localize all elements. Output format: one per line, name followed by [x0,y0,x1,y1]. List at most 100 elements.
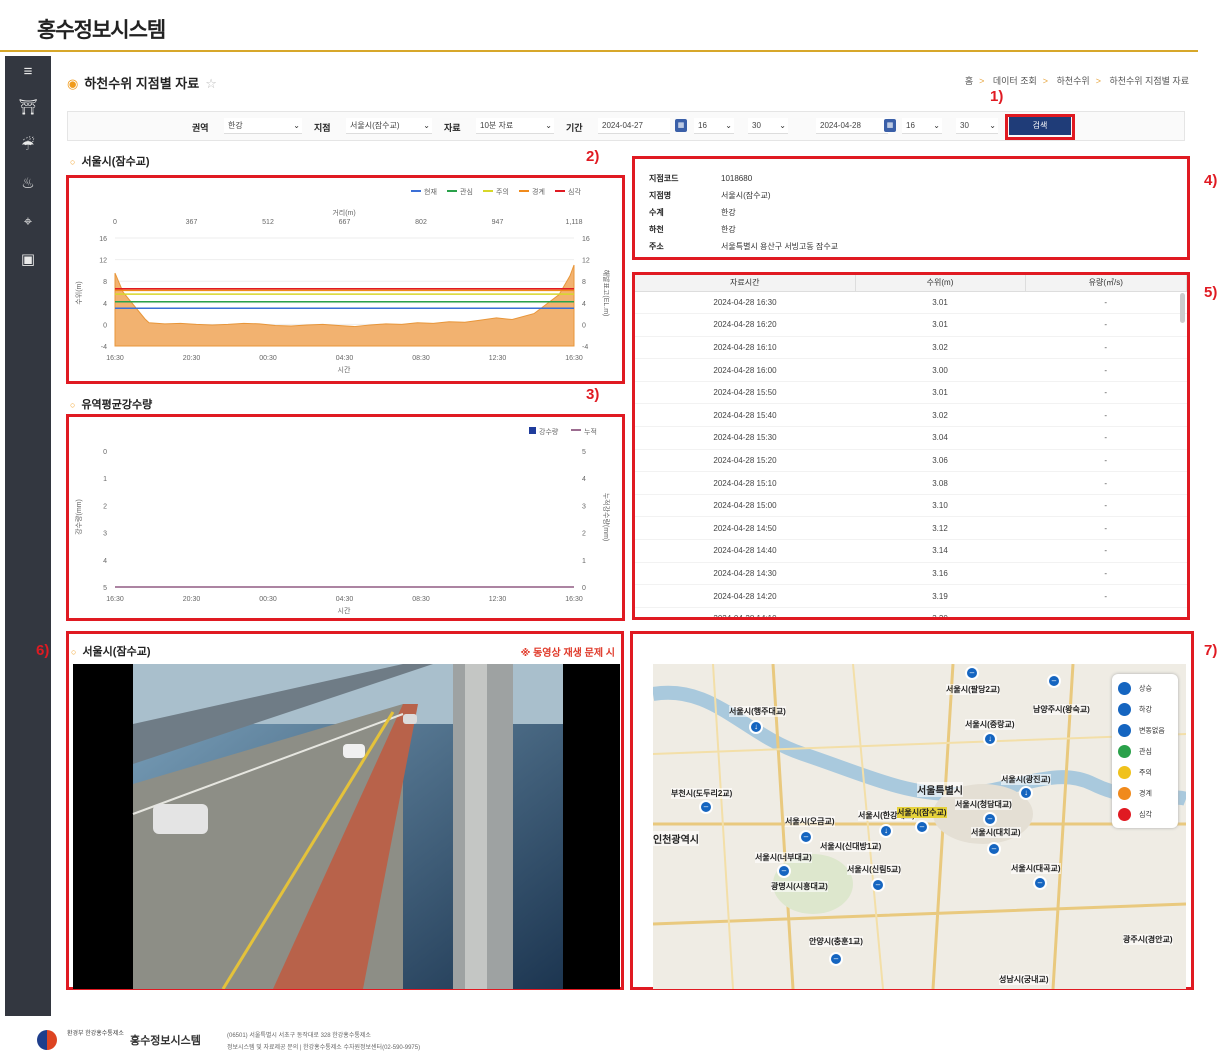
monitor-icon[interactable]: ▣ [18,250,38,270]
table-row[interactable]: 2024-04-28 15:50 3.01- [635,381,1187,405]
x-tick-label: 00:30 [259,355,277,362]
side-nav: ≡ ⛩ ☔ ♨ ⌖ ▣ [5,56,51,1016]
table-row[interactable]: 2024-04-28 15:10 3.08- [635,471,1187,495]
cctv-box: ○ 서울시(잠수교) ※ 동영상 재생 문제 시 [66,631,624,990]
cell-level: 3.02 [855,336,1025,360]
cell-time: 2024-04-28 15:00 [635,494,855,518]
table-scrollbar[interactable] [1180,293,1185,323]
table-row[interactable]: 2024-04-28 15:00 3.10- [635,494,1187,518]
station-marker-icon[interactable]: – [987,842,1001,856]
table-row[interactable]: 2024-04-28 14:10 3.20- [635,607,1187,617]
cell-level: 3.04 [855,426,1025,450]
station-marker-icon[interactable]: – [1033,876,1047,890]
station-marker-icon[interactable]: – [799,830,813,844]
table-row[interactable]: 2024-04-28 16:30 3.01- [635,291,1187,315]
end-minute-select[interactable]: 30 ⌄ [956,118,998,134]
highlight-box-1 [1005,114,1075,140]
data-label: 자료 [444,123,461,133]
station-marker-icon[interactable]: – [1047,674,1061,688]
station-select[interactable]: 서울시(잠수교) ⌄ [346,118,432,134]
station-marker-icon[interactable]: ↓ [879,824,893,838]
x-tick-label: 20:30 [183,355,201,362]
app-title[interactable]: 홍수정보시스템 [37,14,166,44]
station-marker-icon[interactable]: – [777,864,791,878]
station-marker-icon[interactable]: – [915,820,929,834]
footer-brand: 홍수정보시스템 [130,1035,201,1047]
legend-nochange: 변동없음 [1118,724,1165,737]
table-row[interactable]: 2024-04-28 14:30 3.16- [635,562,1187,586]
table-row[interactable]: 2024-04-28 14:40 3.14- [635,539,1187,563]
info-label: 수계 [649,208,664,217]
footer-links[interactable]: 정보시스템 및 자료제공 문의 | 한강홍수통제소 수자원정보센터(02-590… [227,1042,420,1054]
map-icon[interactable]: ⌖ [18,212,38,232]
table-row[interactable]: 2024-04-28 16:00 3.00- [635,358,1187,382]
cctv-video-player[interactable] [73,664,620,989]
start-minute-value: 30 [752,121,761,130]
cell-flow: - [1025,403,1187,428]
cell-time: 2024-04-28 16:00 [635,358,855,382]
dam-icon[interactable]: ⛩ [18,98,38,118]
start-date-input[interactable]: 2024-04-27 [598,118,670,134]
video-notice-link[interactable]: ※ 동영상 재생 문제 시 [521,644,615,659]
table-row[interactable]: 2024-04-28 15:40 3.02- [635,403,1187,428]
y2-axis-label: 누적강수량(mm) [602,493,611,542]
station-map[interactable]: 서울시(팔당2교) 서울시(행주대교) 남양주시(왕숙교) 서울시(중랑교) 서… [653,664,1186,989]
chevron-down-icon: ⌄ [725,121,732,130]
start-minute-select[interactable]: 30 ⌄ [748,118,788,134]
table-row[interactable]: 2024-04-28 16:20 3.01- [635,313,1187,337]
annotation-label-5: 5) [1204,284,1218,301]
y-tick-label: 0 [103,449,107,456]
legend-label: 누적 [584,427,597,436]
region-select[interactable]: 한강 ⌄ [224,118,302,134]
end-hour-select[interactable]: 16 ⌄ [902,118,942,134]
table-row[interactable]: 2024-04-28 16:10 3.02- [635,336,1187,360]
col-header-flow[interactable]: 유량(㎥/s) [1025,275,1187,292]
station-marker-icon[interactable]: – [699,800,713,814]
y-axis-label: 수위(m) [75,281,83,304]
cctv-title: ○ 서울시(잠수교) [71,646,151,658]
menu-icon[interactable]: ≡ [18,62,38,82]
calendar-icon[interactable]: ▦ [884,119,896,132]
breadcrumb-home[interactable]: 홈 [965,76,973,86]
end-date-input[interactable]: 2024-04-28 [816,118,888,134]
station-marker-icon[interactable]: – [965,666,979,680]
table-row[interactable]: 2024-04-28 14:50 3.12- [635,516,1187,541]
station-marker-icon[interactable]: ↓ [1019,786,1033,800]
cell-time: 2024-04-28 15:40 [635,403,855,428]
breadcrumb-data[interactable]: 데이터 조회 [993,76,1037,86]
top-tick-label: 512 [262,219,274,226]
cell-time: 2024-04-28 15:20 [635,449,855,473]
yellow-dot-icon [1118,766,1131,779]
start-hour-select[interactable]: 16 ⌄ [694,118,734,134]
data-type-select[interactable]: 10분 자료 ⌄ [476,118,554,134]
station-marker-icon[interactable]: – [829,952,843,966]
y-tick-label: 0 [103,322,107,329]
map-label: 서울시(대치교) [971,827,1021,838]
calendar-icon[interactable]: ▦ [675,119,687,132]
legend-label: 관심 [460,187,473,196]
station-label: 지점 [314,123,331,133]
header-divider [0,50,1198,52]
station-marker-icon[interactable]: – [871,878,885,892]
rain-icon[interactable]: ☔ [18,136,38,156]
cell-flow: - [1025,539,1187,563]
cell-flow: - [1025,607,1187,617]
col-header-time[interactable]: 자료시간 [635,275,856,292]
station-marker-icon[interactable]: ↓ [983,732,997,746]
favorite-star-icon[interactable]: ☆ [205,76,217,91]
table-row[interactable]: 2024-04-28 15:30 3.04- [635,426,1187,450]
info-label: 주소 [649,242,664,251]
col-header-level[interactable]: 수위(m) [855,275,1026,292]
info-row-basin: 수계 한강 [649,207,736,218]
x-axis-label: 시간 [338,365,351,374]
table-row[interactable]: 2024-04-28 15:20 3.06- [635,449,1187,473]
legend-swatch [529,427,536,434]
cell-level: 3.01 [855,381,1025,405]
station-marker-icon[interactable]: ↓ [749,720,763,734]
chevron-down-icon: ⌄ [779,121,786,130]
page-title: ◉ 하천수위 지점별 자료 ☆ [67,76,217,91]
breadcrumb-level[interactable]: 하천수위 [1057,76,1090,86]
station-marker-icon[interactable]: – [983,812,997,826]
table-row[interactable]: 2024-04-28 14:20 3.19- [635,584,1187,608]
river-icon[interactable]: ♨ [18,174,38,194]
